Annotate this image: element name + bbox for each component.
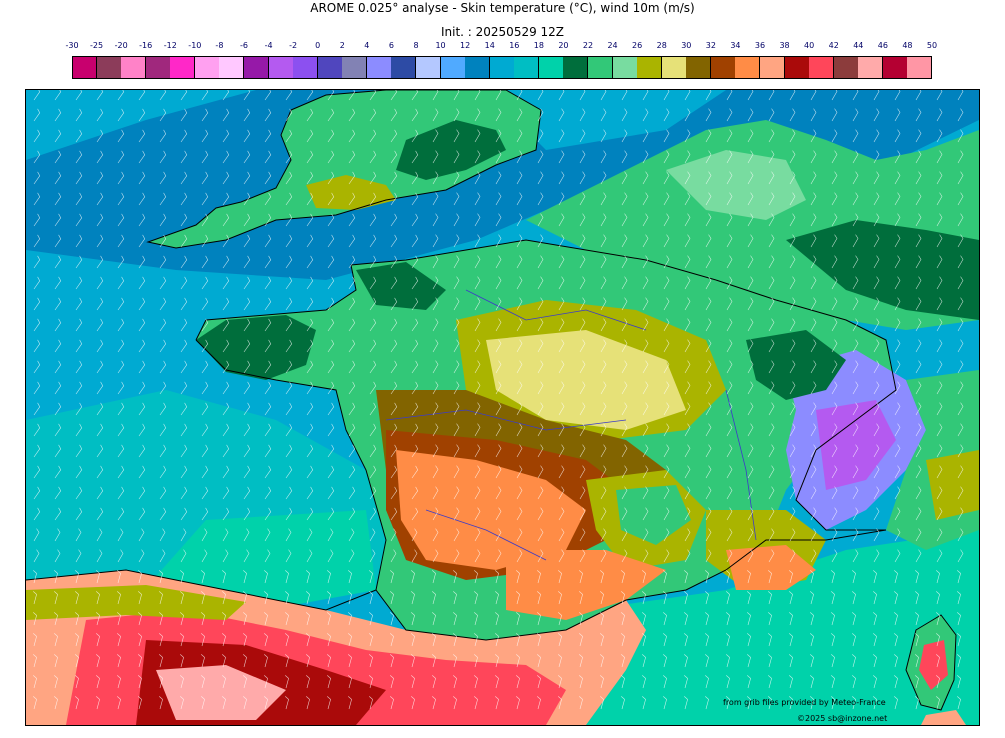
colorbar-swatch bbox=[858, 56, 884, 79]
colorbar-tick-label: 6 bbox=[388, 41, 394, 50]
colorbar-swatch bbox=[538, 56, 564, 79]
colorbar-tick-label: 22 bbox=[582, 41, 594, 50]
colorbar-tick-label: 46 bbox=[877, 41, 888, 50]
data-provider-credit: from grib files provided by Meteo-France bbox=[723, 698, 886, 707]
colorbar-tick-label: 8 bbox=[413, 41, 419, 50]
copyright-credit: ©2025 sb@inzone.net bbox=[797, 714, 888, 723]
colorbar-tick-label: 0 bbox=[315, 41, 321, 50]
colorbar-swatch bbox=[317, 56, 343, 79]
colorbar-tick-label: 2 bbox=[339, 41, 345, 50]
colorbar-tick-label: 32 bbox=[705, 41, 716, 50]
colorbar-swatch bbox=[784, 56, 810, 79]
colorbar-swatch bbox=[244, 56, 269, 79]
colorbar-tick-label: 38 bbox=[779, 41, 790, 50]
map-title: AROME 0.025° analyse - Skin temperature … bbox=[310, 1, 695, 15]
colorbar-swatch bbox=[563, 56, 589, 79]
colorbar-swatch bbox=[72, 56, 97, 79]
colorbar-swatch bbox=[489, 56, 515, 79]
colorbar-swatch bbox=[735, 56, 761, 79]
colorbar-tick-label: 30 bbox=[681, 41, 692, 50]
colorbar-tick-label: -10 bbox=[188, 41, 202, 50]
colorbar-tick-label: -8 bbox=[215, 41, 224, 50]
colorbar-swatch bbox=[416, 56, 441, 79]
colorbar-tick-label: 28 bbox=[656, 41, 667, 50]
colorbar-swatch bbox=[440, 56, 466, 79]
colorbar-swatch bbox=[833, 56, 859, 79]
colorbar-tick-label: -30 bbox=[65, 41, 79, 50]
colorbar-tick-label: 26 bbox=[632, 41, 643, 50]
colorbar-tick-label: -4 bbox=[264, 41, 273, 50]
colorbar-swatch bbox=[514, 56, 540, 79]
colorbar-swatch bbox=[760, 56, 785, 79]
colorbar-swatch bbox=[661, 56, 687, 79]
colorbar-tick-label: 24 bbox=[607, 41, 618, 50]
colorbar-swatch bbox=[268, 56, 294, 79]
colorbar-swatch bbox=[145, 56, 171, 79]
colorbar-tick-label: 4 bbox=[364, 41, 370, 50]
colorbar-tick-label: 40 bbox=[804, 41, 815, 50]
weather-map[interactable] bbox=[25, 89, 980, 726]
colorbar-swatch bbox=[882, 56, 908, 79]
colorbar-tick-label: -2 bbox=[289, 41, 298, 50]
colorbar-tick-label: 36 bbox=[754, 41, 766, 50]
colorbar-swatch bbox=[170, 56, 196, 79]
colorbar-tick-label: 18 bbox=[533, 41, 544, 50]
colorbar-tick-label: 42 bbox=[828, 41, 839, 50]
colorbar-tick-label: -12 bbox=[163, 41, 177, 50]
colorbar-swatch bbox=[907, 56, 933, 79]
colorbar-tick-label: -6 bbox=[240, 41, 248, 50]
colorbar-tick-label: 10 bbox=[435, 41, 446, 50]
colorbar-swatch bbox=[710, 56, 736, 79]
colorbar-tick-label: 20 bbox=[558, 41, 569, 50]
colorbar-swatch bbox=[612, 56, 638, 79]
init-time-label: Init. : 20250529 12Z bbox=[440, 25, 565, 39]
colorbar-tick-label: 12 bbox=[460, 41, 471, 50]
colorbar-swatch bbox=[588, 56, 613, 79]
colorbar-swatch bbox=[366, 56, 392, 79]
colorbar-swatch bbox=[96, 56, 122, 79]
colorbar-tick-label: 34 bbox=[730, 41, 741, 50]
colorbar-tick-label: 16 bbox=[509, 41, 520, 50]
colorbar-tick-label: -25 bbox=[90, 41, 104, 50]
temperature-colorbar: -30 -25 -20 -16 -12 -10 -8 -6 -4 -2 0 2 4 6 8 10 12 14 16 1… bbox=[65, 41, 937, 81]
colorbar-swatch bbox=[342, 56, 368, 79]
colorbar-tick-label: -20 bbox=[114, 41, 128, 50]
colorbar-swatch bbox=[293, 56, 319, 79]
colorbar-swatch bbox=[194, 56, 220, 79]
colorbar-swatch bbox=[391, 56, 417, 79]
colorbar-swatch bbox=[809, 56, 835, 79]
colorbar-tick-label: 48 bbox=[902, 41, 913, 50]
colorbar-swatch bbox=[637, 56, 663, 79]
colorbar-tick-label: 50 bbox=[926, 41, 938, 50]
colorbar-swatch bbox=[219, 56, 245, 79]
colorbar-swatch bbox=[686, 56, 712, 79]
colorbar-swatch bbox=[121, 56, 147, 79]
colorbar-tick-label: 14 bbox=[484, 41, 495, 50]
colorbar-tick-label: 44 bbox=[853, 41, 864, 50]
colorbar-swatch bbox=[465, 56, 491, 79]
colorbar-tick-label: -16 bbox=[139, 41, 153, 50]
